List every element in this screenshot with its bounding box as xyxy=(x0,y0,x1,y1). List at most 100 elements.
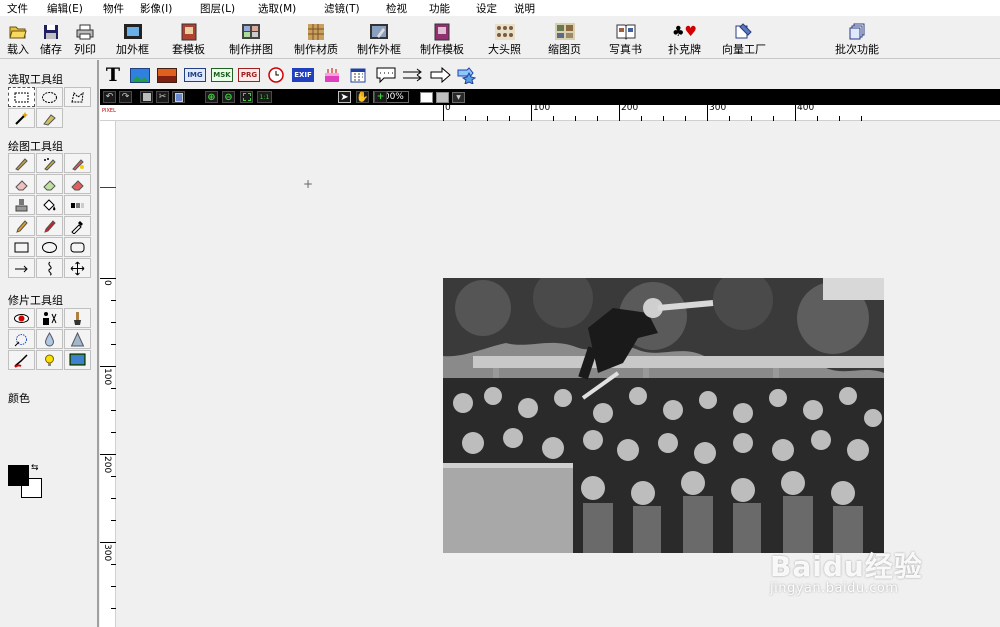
spot-circle-icon xyxy=(14,333,27,346)
brush-tool[interactable] xyxy=(8,153,35,173)
msk-layer-button[interactable]: MSK xyxy=(211,66,233,84)
draw-group-title: 绘图工具组 xyxy=(8,140,63,153)
red-eraser-icon xyxy=(71,179,84,190)
gradient-tool[interactable] xyxy=(64,195,91,215)
copy-button[interactable] xyxy=(140,91,153,103)
clock-icon xyxy=(268,67,284,83)
line-tool[interactable] xyxy=(8,258,35,278)
menu-filter[interactable]: 滤镜(T) xyxy=(324,1,360,16)
menu-file[interactable]: 文件 xyxy=(7,1,28,16)
fit-window-button[interactable] xyxy=(240,91,253,103)
eyedropper-tool[interactable] xyxy=(64,216,91,236)
rectangle-shape-tool[interactable] xyxy=(8,237,35,257)
skateboard-photo[interactable] xyxy=(443,278,884,553)
menu-select[interactable]: 选取(M) xyxy=(258,1,296,16)
paintbrush-icon xyxy=(74,311,81,325)
rect-select-tool[interactable] xyxy=(8,87,35,107)
load-button[interactable]: 载入 xyxy=(7,22,29,56)
text-tool-button[interactable]: T xyxy=(103,66,123,85)
img-layer-button[interactable]: IMG xyxy=(184,66,206,84)
poker-card-button[interactable]: ♣ ♥ 扑克牌 xyxy=(668,22,701,56)
smudge-tool[interactable] xyxy=(8,350,35,370)
make-texture-button[interactable]: 制作材质 xyxy=(294,22,338,56)
make-template-icon xyxy=(432,22,452,41)
lasso-select-tool[interactable] xyxy=(64,87,91,107)
photobook-button[interactable]: 写真书 xyxy=(609,22,642,56)
make-collage-button[interactable]: 制作拼图 xyxy=(229,22,273,56)
zoom-out-button[interactable]: ⊖ xyxy=(222,91,235,103)
star-button[interactable] xyxy=(456,66,478,84)
ellipse-shape-tool[interactable] xyxy=(36,237,63,257)
brush-retouch-tool[interactable] xyxy=(64,308,91,328)
thumbnail-page-button[interactable]: 缩图页 xyxy=(548,22,581,56)
swap-colors-icon[interactable]: ⇆ xyxy=(31,464,39,473)
apply-template-button[interactable]: 套模板 xyxy=(172,22,205,56)
pointer-button[interactable]: ➤ xyxy=(338,91,351,103)
zoom-in-button[interactable]: ⊕ xyxy=(205,91,218,103)
clock-button[interactable] xyxy=(266,66,286,84)
airbrush-tool[interactable] xyxy=(36,153,63,173)
photo-object-button[interactable] xyxy=(157,66,177,84)
cutout-tool[interactable] xyxy=(36,308,63,328)
cut-button[interactable]: ✂ xyxy=(156,91,169,103)
exif-button[interactable]: EXIF xyxy=(292,66,314,84)
white-swatch[interactable] xyxy=(420,92,433,103)
menu-view[interactable]: 检视 xyxy=(386,1,407,16)
make-template-button[interactable]: 制作模板 xyxy=(420,22,464,56)
colored-brush-tool[interactable] xyxy=(64,153,91,173)
marker-tool[interactable] xyxy=(36,216,63,236)
dropdown-swatch[interactable]: ▼ xyxy=(452,92,465,103)
menu-layer[interactable]: 图层(L) xyxy=(200,1,235,16)
gray-swatch[interactable] xyxy=(436,92,449,103)
make-frame-button[interactable]: 制作外框 xyxy=(357,22,401,56)
cake-button[interactable] xyxy=(322,66,342,84)
vector-factory-button[interactable]: 向量工厂 xyxy=(722,22,766,56)
double-arrow-button[interactable] xyxy=(402,66,424,84)
rect-select-icon xyxy=(14,92,29,102)
menu-function[interactable]: 功能 xyxy=(429,1,450,16)
undo-button[interactable]: ↶ xyxy=(103,91,116,103)
calendar-button[interactable] xyxy=(348,66,368,84)
hand-button[interactable]: ✋ xyxy=(356,91,369,103)
rounded-rect-tool[interactable] xyxy=(64,237,91,257)
pencil-tool[interactable] xyxy=(8,216,35,236)
batch-function-button[interactable]: 批次功能 xyxy=(835,22,879,56)
actual-size-button[interactable]: 1:1 xyxy=(257,91,272,103)
prg-layer-button[interactable]: PRG xyxy=(238,66,260,84)
red-eye-tool[interactable] xyxy=(8,308,35,328)
lighten-tool[interactable] xyxy=(36,350,63,370)
color-eraser-tool[interactable] xyxy=(36,174,63,194)
image-object-button[interactable] xyxy=(130,66,150,84)
ellipse-select-tool[interactable] xyxy=(36,87,63,107)
select-group-title: 选取工具组 xyxy=(8,73,63,86)
menu-settings[interactable]: 设定 xyxy=(476,1,497,16)
smart-select-tool[interactable] xyxy=(36,108,63,128)
arrow-shape-button[interactable] xyxy=(430,66,452,84)
add-point-button[interactable]: + xyxy=(374,91,387,103)
rounded-rect-icon xyxy=(70,242,85,252)
speech-bubble-button[interactable] xyxy=(374,66,398,84)
stamp-eraser-tool[interactable] xyxy=(64,174,91,194)
id-photo-button[interactable]: 大头照 xyxy=(488,22,521,56)
move-tool[interactable] xyxy=(64,258,91,278)
color-replace-tool[interactable] xyxy=(64,350,91,370)
save-button[interactable]: 储存 xyxy=(40,22,62,56)
clone-stamp-tool[interactable] xyxy=(8,195,35,215)
retouch-tool-grid xyxy=(8,308,92,371)
print-button[interactable]: 列印 xyxy=(74,22,96,56)
blur-circle-tool[interactable] xyxy=(8,329,35,349)
menu-object[interactable]: 物件 xyxy=(103,1,124,16)
paste-button[interactable] xyxy=(172,91,185,103)
curve-tool[interactable] xyxy=(36,258,63,278)
foreground-color-swatch[interactable] xyxy=(8,465,29,486)
drop-blur-tool[interactable] xyxy=(36,329,63,349)
fill-bucket-tool[interactable] xyxy=(36,195,63,215)
menu-image[interactable]: 影像(I) xyxy=(140,1,172,16)
sharpen-tool[interactable] xyxy=(64,329,91,349)
menu-help[interactable]: 说明 xyxy=(514,1,535,16)
redo-button[interactable]: ↷ xyxy=(119,91,132,103)
menu-edit[interactable]: 编辑(E) xyxy=(47,1,83,16)
magic-wand-tool[interactable] xyxy=(8,108,35,128)
add-frame-button[interactable]: 加外框 xyxy=(116,22,149,56)
eraser-tool[interactable] xyxy=(8,174,35,194)
